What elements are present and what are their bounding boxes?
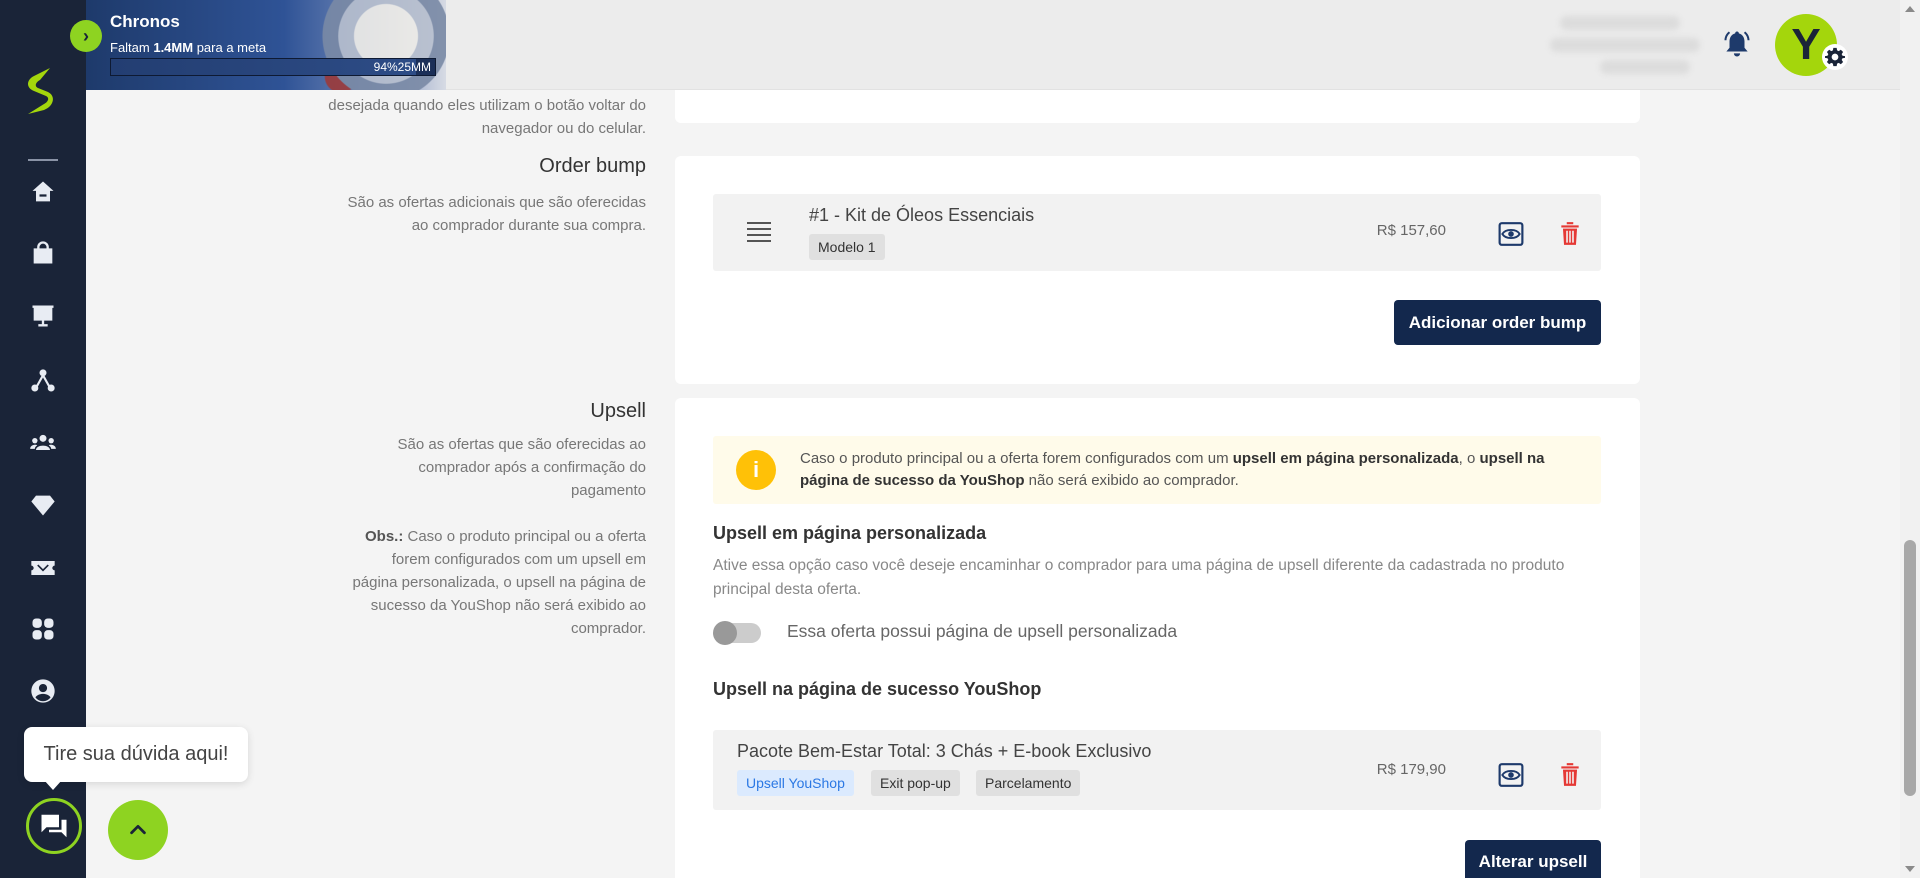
diamond-icon[interactable] xyxy=(27,489,59,521)
goal-expand-button[interactable]: › xyxy=(70,20,102,52)
upsell-info-alert: i Caso o produto principal ou a oferta f… xyxy=(713,436,1601,504)
drag-handle-icon[interactable] xyxy=(747,222,771,242)
scroll-down-arrow[interactable] xyxy=(1905,866,1915,872)
goal-progress-bar: 94%25MM xyxy=(110,58,436,76)
tooltip-arrow xyxy=(44,780,62,790)
upsell-item: Pacote Bem-Estar Total: 3 Chás + E-book … xyxy=(713,730,1601,810)
presentation-chart-icon[interactable] xyxy=(27,300,59,332)
home-icon[interactable] xyxy=(27,176,59,208)
upsell-description: São as ofertas que são oferecidas ao com… xyxy=(397,436,647,499)
order-bump-item: #1 - Kit de Óleos Essenciais Modelo 1 R$… xyxy=(713,194,1601,271)
blurred-header-info xyxy=(1600,60,1690,74)
scroll-to-top-button[interactable] xyxy=(108,800,168,860)
custom-page-help: Ative essa opção caso você deseje encami… xyxy=(713,557,1565,598)
shopping-bag-icon[interactable] xyxy=(27,237,59,269)
goal-title: Chronos xyxy=(110,12,180,31)
view-eye-icon[interactable] xyxy=(1497,761,1525,789)
back-redirect-description: desejada quando eles utilizam o botão vo… xyxy=(328,97,646,137)
upsell-tag-exit-popup: Exit pop-up xyxy=(871,770,960,796)
upsell-title: Upsell xyxy=(590,400,646,422)
info-icon: i xyxy=(736,450,776,490)
chat-bubble-icon xyxy=(41,814,67,838)
page-scrollbar[interactable] xyxy=(1900,0,1920,878)
upsell-item-price: R$ 179,90 xyxy=(1376,761,1446,778)
order-bump-title: Order bump xyxy=(539,155,646,177)
user-circle-icon[interactable] xyxy=(27,675,59,707)
order-bump-item-price: R$ 157,60 xyxy=(1376,222,1446,239)
goal-banner-art xyxy=(296,0,446,90)
apps-icon[interactable] xyxy=(27,613,59,645)
avatar-letter: Y xyxy=(1791,20,1821,69)
notification-bell-icon[interactable] xyxy=(1722,28,1752,60)
ticket-icon[interactable] xyxy=(27,552,59,584)
brand-logo[interactable] xyxy=(20,66,64,118)
delete-trash-icon[interactable] xyxy=(1556,220,1584,248)
custom-page-toggle-label[interactable]: Essa oferta possui página de upsell pers… xyxy=(787,621,1177,642)
upsell-observation: Obs.: Caso o produto principal ou a ofer… xyxy=(352,528,646,637)
blurred-header-info xyxy=(1550,38,1700,52)
success-page-label: Upsell na página de sucesso YouShop xyxy=(713,679,1042,699)
alert-message: Caso o produto principal ou a oferta for… xyxy=(800,450,1545,489)
goal-progress-fill xyxy=(111,59,416,75)
order-bump-item-title: #1 - Kit de Óleos Essenciais xyxy=(809,205,1035,225)
upsell-tag-parcelamento: Parcelamento xyxy=(976,770,1081,796)
chevron-up-icon xyxy=(130,824,146,835)
scroll-thumb[interactable] xyxy=(1904,540,1916,796)
settings-gear-icon[interactable] xyxy=(1822,44,1848,70)
order-bump-item-tag: Modelo 1 xyxy=(809,234,885,260)
chat-support-button[interactable] xyxy=(26,798,82,854)
back-redirect-card xyxy=(675,90,1640,123)
help-tooltip: Tire sua dúvida aqui! xyxy=(24,727,248,782)
sidebar-divider xyxy=(28,159,58,161)
upsell-tag-youshop: Upsell YouShop xyxy=(737,770,854,796)
network-icon[interactable] xyxy=(27,365,59,397)
change-upsell-button[interactable]: Alterar upsell xyxy=(1465,840,1601,878)
add-order-bump-button[interactable]: Adicionar order bump xyxy=(1394,300,1601,345)
order-bump-card: #1 - Kit de Óleos Essenciais Modelo 1 R$… xyxy=(675,156,1640,384)
upsell-card: i Caso o produto principal ou a oferta f… xyxy=(675,398,1640,878)
goal-progress-text: 94%25MM xyxy=(373,60,431,74)
users-icon[interactable] xyxy=(27,427,59,459)
blurred-header-info xyxy=(1560,16,1680,30)
order-bump-description: São as ofertas adicionais que são oferec… xyxy=(347,194,646,234)
toggle-knob xyxy=(713,621,737,645)
custom-page-label: Upsell em página personalizada xyxy=(713,523,987,543)
custom-page-toggle[interactable] xyxy=(713,621,761,645)
scroll-up-arrow[interactable] xyxy=(1905,6,1915,12)
view-eye-icon[interactable] xyxy=(1497,220,1525,248)
delete-trash-icon[interactable] xyxy=(1556,761,1584,789)
goal-subtitle: Faltam 1.4MM para a meta xyxy=(110,40,267,55)
upsell-item-title: Pacote Bem-Estar Total: 3 Chás + E-book … xyxy=(737,741,1152,761)
